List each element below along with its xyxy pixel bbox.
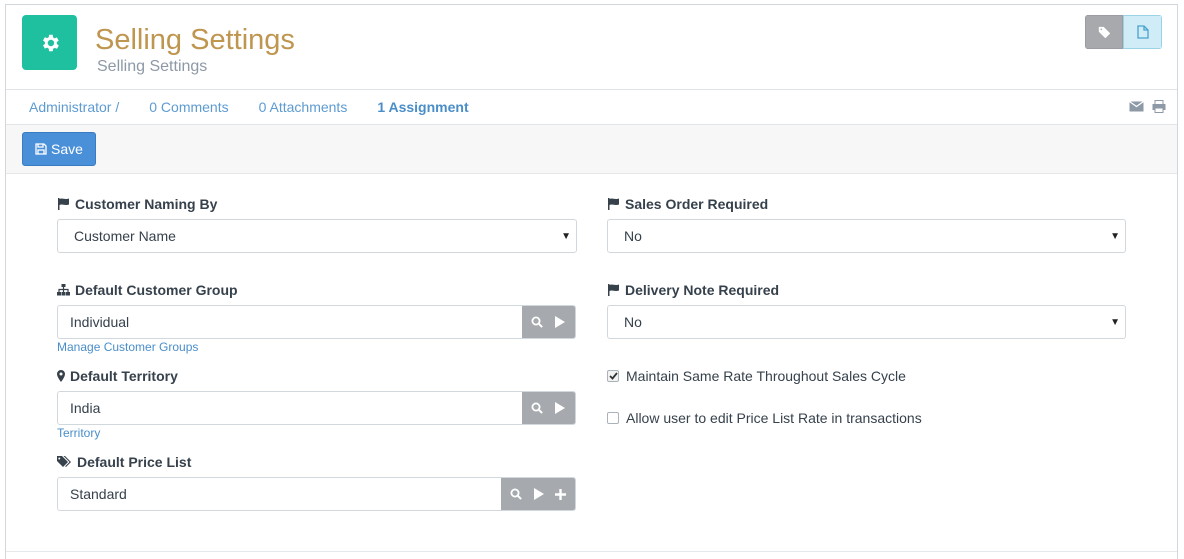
- save-label: Save: [51, 141, 83, 157]
- file-icon: [1136, 25, 1149, 39]
- customer-naming-select[interactable]: Customer Name ▼: [57, 219, 577, 253]
- save-button[interactable]: Save: [22, 132, 96, 166]
- email-icon[interactable]: [1129, 100, 1144, 112]
- link-actions: [522, 392, 575, 424]
- play-icon[interactable]: [550, 402, 570, 414]
- customer-naming-label: Customer Naming By: [57, 196, 217, 212]
- check-icon: [608, 372, 618, 380]
- price-list-field[interactable]: Standard: [57, 477, 576, 511]
- owner-link[interactable]: Administrator /: [29, 99, 119, 115]
- search-icon[interactable]: [506, 488, 526, 500]
- price-list-label: Default Price List: [57, 454, 191, 470]
- header-divider: [6, 89, 1177, 90]
- territory-label: Default Territory: [57, 368, 178, 384]
- territory-help-link[interactable]: Territory: [57, 426, 100, 440]
- app-icon: [22, 15, 77, 70]
- caret-down-icon: ▼: [1110, 231, 1120, 242]
- allow-edit-price-rate-label: Allow user to edit Price List Rate in tr…: [626, 410, 922, 426]
- maintain-same-rate-label: Maintain Same Rate Throughout Sales Cycl…: [626, 368, 906, 384]
- sales-order-required-select[interactable]: No ▼: [607, 219, 1126, 253]
- document-button[interactable]: [1123, 15, 1162, 49]
- attachments-link[interactable]: 0 Attachments: [259, 99, 348, 115]
- tag-button[interactable]: [1085, 15, 1123, 49]
- meta-bar: Administrator / 0 Comments 0 Attachments…: [29, 99, 499, 115]
- meta-icons: [1129, 100, 1166, 113]
- territory-value: India: [70, 400, 101, 416]
- sales-order-required-label: Sales Order Required: [607, 196, 768, 212]
- play-icon[interactable]: [550, 316, 570, 328]
- assignment-link[interactable]: 1 Assignment: [377, 99, 468, 115]
- allow-edit-price-rate-checkbox[interactable]: Allow user to edit Price List Rate in tr…: [607, 410, 922, 426]
- comments-link[interactable]: 0 Comments: [149, 99, 228, 115]
- territory-field[interactable]: India: [57, 391, 576, 425]
- checkbox-unchecked[interactable]: [607, 412, 619, 424]
- sitemap-icon: [57, 284, 70, 296]
- tag-icon: [1098, 26, 1110, 38]
- link-actions: [501, 478, 575, 510]
- gear-icon: [42, 34, 59, 51]
- manage-customer-groups-link[interactable]: Manage Customer Groups: [57, 340, 198, 354]
- checkbox-checked[interactable]: [607, 370, 619, 382]
- tags-icon: [57, 456, 71, 467]
- link-actions: [522, 306, 575, 338]
- header-actions: [1085, 15, 1162, 49]
- print-icon[interactable]: [1152, 100, 1166, 113]
- play-icon[interactable]: [528, 488, 548, 500]
- customer-group-field[interactable]: Individual: [57, 305, 576, 339]
- caret-down-icon: ▼: [1110, 317, 1120, 328]
- price-list-value: Standard: [70, 486, 127, 502]
- page-subtitle: Selling Settings: [97, 58, 208, 75]
- search-icon[interactable]: [527, 316, 547, 328]
- form-toolbar: [6, 124, 1177, 174]
- flag-icon: [608, 284, 619, 296]
- caret-down-icon: ▼: [561, 231, 571, 242]
- flag-icon: [608, 198, 619, 210]
- page-title: Selling Settings: [95, 24, 295, 56]
- plus-icon[interactable]: [550, 488, 570, 500]
- delivery-note-required-label: Delivery Note Required: [607, 282, 779, 298]
- map-marker-icon: [57, 370, 65, 382]
- search-icon[interactable]: [527, 402, 547, 414]
- maintain-same-rate-checkbox[interactable]: Maintain Same Rate Throughout Sales Cycl…: [607, 368, 906, 384]
- flag-icon: [58, 198, 69, 210]
- floppy-disk-icon: [35, 143, 47, 155]
- customer-group-value: Individual: [70, 314, 130, 330]
- customer-group-label: Default Customer Group: [57, 282, 238, 298]
- delivery-note-required-select[interactable]: No ▼: [607, 305, 1126, 339]
- section-divider: [6, 551, 1177, 552]
